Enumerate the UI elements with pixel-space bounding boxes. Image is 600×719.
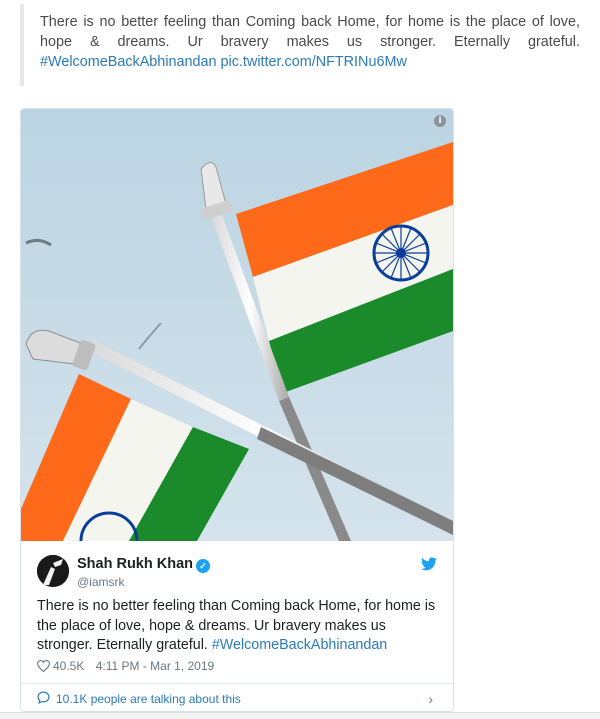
tweet-text: There is no better feeling than Coming b… <box>37 597 439 656</box>
heart-icon <box>37 660 50 672</box>
flags-image <box>21 109 453 541</box>
chevron-right-icon: › <box>428 691 433 707</box>
tweet-timestamp[interactable]: 4:11 PM - Mar 1, 2019 <box>96 659 215 673</box>
verified-icon: ✓ <box>196 559 211 573</box>
chat-bubble-icon <box>37 690 50 707</box>
author-handle[interactable]: @iamsrk <box>77 575 125 589</box>
author-name[interactable]: Shah Rukh Khan ✓ <box>77 556 211 573</box>
author-name-text: Shah Rukh Khan <box>77 556 194 572</box>
avatar[interactable] <box>37 555 69 587</box>
quote-text: There is no better feeling than Coming b… <box>40 14 580 50</box>
tweet-photo[interactable]: i <box>21 109 453 541</box>
tweet-hashtag-link[interactable]: #WelcomeBackAbhinandan <box>212 637 387 653</box>
avatar-image <box>37 555 69 587</box>
embedded-quote: There is no better feeling than Coming b… <box>20 4 580 86</box>
quote-hashtag-link[interactable]: #WelcomeBackAbhinandan <box>40 54 217 70</box>
like-count: 40.5K <box>53 659 85 673</box>
info-icon[interactable]: i <box>434 115 446 127</box>
page-bottom-divider <box>0 712 600 719</box>
twitter-bird-icon[interactable] <box>421 557 437 576</box>
conversation-link[interactable]: 10.1K people are talking about this › <box>21 683 453 711</box>
conversation-text: 10.1K people are talking about this <box>56 691 241 706</box>
quote-pic-link[interactable]: pic.twitter.com/NFTRINu6Mw <box>221 54 407 70</box>
tweet-body: Shah Rukh Khan ✓ @iamsrk There is no bett… <box>21 541 453 679</box>
tweet-card: i Shah Rukh Khan ✓ @iamsrk There is no be… <box>20 108 454 712</box>
tweet-meta: 40.5K 4:11 PM - Mar 1, 2019 <box>37 659 214 673</box>
like-button[interactable]: 40.5K <box>37 659 84 673</box>
